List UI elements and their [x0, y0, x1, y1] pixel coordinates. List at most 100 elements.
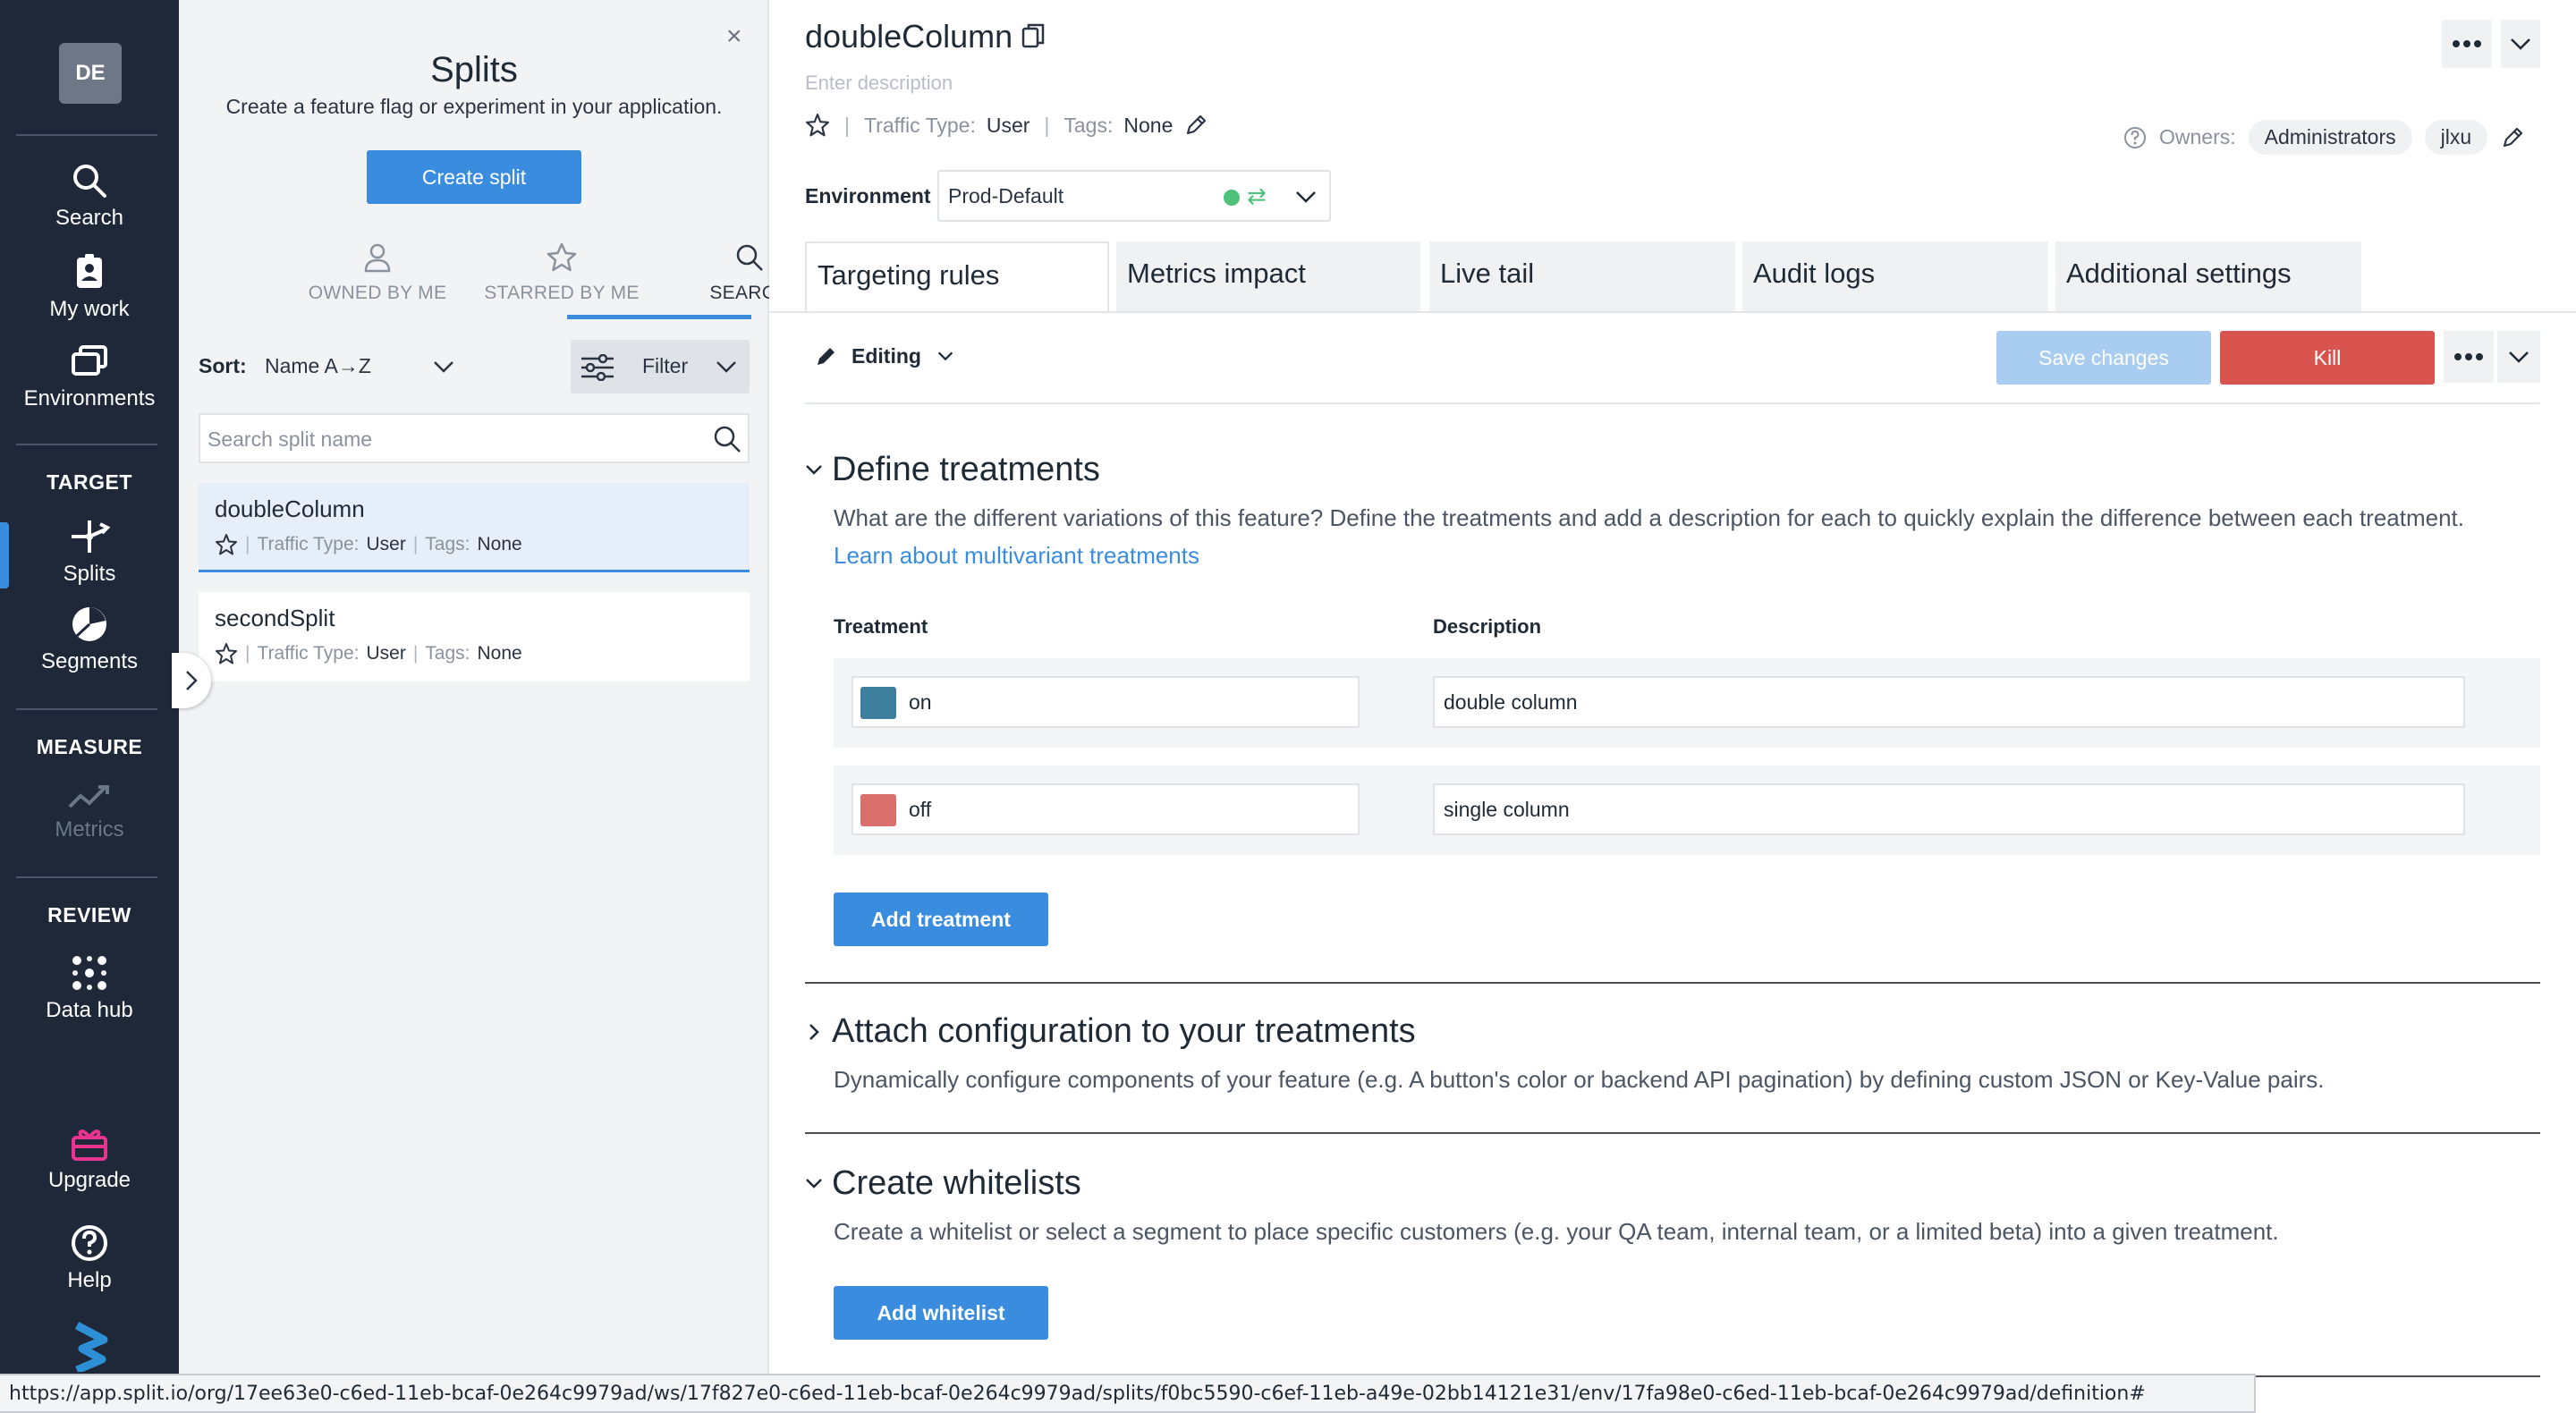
treatment-row: off single column: [834, 766, 2540, 855]
nav-item-my-work[interactable]: My work: [0, 252, 179, 322]
nav-section-target: TARGET: [47, 470, 132, 494]
edit-mode-label: Editing: [852, 343, 921, 368]
left-nav: DE Search My work Environments TARGET Sp…: [0, 0, 179, 1413]
star-icon[interactable]: [215, 642, 238, 665]
chevron-down-icon: [937, 351, 953, 361]
splits-icon: [72, 520, 111, 553]
traffic-type-label: Traffic Type:: [257, 534, 360, 554]
panel-subtitle: Create a feature flag or experiment in y…: [225, 95, 723, 118]
pencil-icon: [818, 348, 835, 365]
treatment-color-swatch[interactable]: [860, 794, 896, 826]
tags-value: None: [477, 534, 522, 554]
chevron-down-icon[interactable]: [803, 460, 825, 484]
tab-additional-settings[interactable]: Additional settings: [2055, 241, 2361, 311]
expand-menu-button[interactable]: [2501, 20, 2540, 68]
environment-value: Prod-Default: [948, 184, 1064, 207]
owners-label: Owners:: [2159, 125, 2236, 148]
nav-divider: [16, 444, 157, 445]
treatment-description-input[interactable]: single column: [1433, 783, 2465, 835]
add-treatment-button[interactable]: Add treatment: [834, 893, 1048, 946]
nav-item-splits[interactable]: Splits: [0, 517, 179, 587]
person-icon: [364, 243, 391, 273]
nav-item-search[interactable]: Search: [0, 161, 179, 231]
section-title-attach-configuration[interactable]: Attach configuration to your treatments: [832, 1012, 1416, 1051]
description-input[interactable]: Enter description: [805, 72, 953, 95]
nav-item-label: Data hub: [46, 998, 133, 1022]
user-avatar[interactable]: DE: [59, 43, 122, 104]
nav-item-label: Environments: [23, 386, 156, 410]
help-icon[interactable]: [2123, 126, 2147, 149]
add-whitelist-button[interactable]: Add whitelist: [834, 1286, 1048, 1340]
chevron-right-icon[interactable]: [803, 1021, 825, 1047]
chevron-down-icon[interactable]: [431, 354, 456, 384]
help-icon: [72, 1225, 107, 1261]
star-icon[interactable]: [805, 113, 830, 138]
nav-item-help[interactable]: Help: [0, 1223, 179, 1293]
tab-label: STARRED BY ME: [484, 283, 640, 303]
close-icon[interactable]: ×: [726, 21, 742, 52]
kill-button[interactable]: Kill: [2220, 331, 2435, 385]
nav-item-metrics[interactable]: Metrics: [0, 782, 179, 842]
learn-multivariant-link[interactable]: Learn about multivariant treatments: [834, 542, 1199, 570]
panel-title: Splits: [430, 50, 518, 89]
tab-starred-by-me[interactable]: STARRED BY ME: [472, 241, 651, 304]
swap-icon: ⇄: [1247, 182, 1267, 209]
split-logo-icon: [68, 1322, 113, 1376]
traffic-type-label: Traffic Type:: [863, 113, 976, 137]
pencil-icon[interactable]: [1183, 113, 1208, 138]
split-list-item[interactable]: doubleColumn | Traffic Type: User | Tags…: [199, 483, 750, 572]
create-split-button[interactable]: Create split: [367, 150, 581, 204]
tab-owned-by-me[interactable]: OWNED BY ME: [288, 241, 467, 304]
nav-divider: [16, 876, 157, 878]
active-tab-underline: [567, 315, 751, 319]
split-detail: doubleColumn Enter description | Traffic…: [769, 0, 2576, 1413]
pencil-icon[interactable]: [2500, 125, 2525, 150]
split-search-field[interactable]: [199, 413, 750, 463]
section-description: Dynamically configure components of your…: [834, 1066, 2325, 1093]
star-icon: [547, 242, 577, 272]
treatment-name-input[interactable]: on: [852, 676, 1360, 728]
owners-row: Owners: Administrators jlxu: [2123, 120, 2525, 155]
search-icon[interactable]: [712, 424, 742, 454]
split-meta: | Traffic Type: User | Tags: None: [215, 533, 522, 556]
section-description: What are the different variations of thi…: [834, 504, 2465, 531]
nav-item-upgrade[interactable]: Upgrade: [0, 1123, 179, 1193]
search-icon: [736, 244, 763, 271]
section-title-create-whitelists[interactable]: Create whitelists: [832, 1164, 1081, 1203]
segments-icon: [72, 607, 106, 641]
section-title-define-treatments[interactable]: Define treatments: [832, 451, 1100, 489]
save-changes-button[interactable]: Save changes: [1996, 331, 2211, 385]
data-hub-icon: [72, 956, 106, 990]
tab-targeting-rules[interactable]: Targeting rules: [805, 241, 1109, 313]
sort-select[interactable]: Name A→Z: [265, 354, 371, 378]
more-options-button[interactable]: [2444, 331, 2494, 383]
traffic-type-value: User: [366, 534, 406, 554]
copy-icon[interactable]: [1021, 23, 1045, 55]
treatment-name-input[interactable]: off: [852, 783, 1360, 835]
traffic-type-value: User: [986, 113, 1030, 137]
treatment-color-swatch[interactable]: [860, 687, 896, 719]
owner-chip[interactable]: jlxu: [2424, 120, 2488, 155]
treatment-description-input[interactable]: double column: [1433, 676, 2465, 728]
star-icon[interactable]: [215, 533, 238, 556]
more-options-button[interactable]: [2442, 20, 2492, 68]
expand-menu-button[interactable]: [2497, 331, 2540, 383]
owner-chip[interactable]: Administrators: [2248, 120, 2412, 155]
nav-item-segments[interactable]: Segments: [0, 605, 179, 674]
nav-item-environments[interactable]: Environments: [0, 342, 179, 411]
tab-metrics-impact[interactable]: Metrics impact: [1116, 241, 1420, 311]
nav-item-data-hub[interactable]: Data hub: [0, 953, 179, 1023]
environments-icon: [72, 345, 107, 376]
split-name: doubleColumn: [215, 495, 365, 522]
split-search-input[interactable]: [208, 422, 691, 456]
tags-label: Tags:: [1063, 113, 1114, 137]
chevron-down-icon[interactable]: [803, 1173, 825, 1197]
environment-select[interactable]: Prod-Default ⇄: [937, 170, 1331, 222]
more-horizontal-icon: [2453, 40, 2481, 47]
split-list-item[interactable]: secondSplit | Traffic Type: User | Tags:…: [199, 592, 750, 681]
edit-mode-select[interactable]: Editing: [814, 343, 957, 368]
tab-audit-logs[interactable]: Audit logs: [1742, 241, 2048, 311]
column-header-description: Description: [1433, 615, 1542, 638]
filter-button[interactable]: Filter: [571, 340, 750, 393]
tab-live-tail[interactable]: Live tail: [1429, 241, 1735, 311]
